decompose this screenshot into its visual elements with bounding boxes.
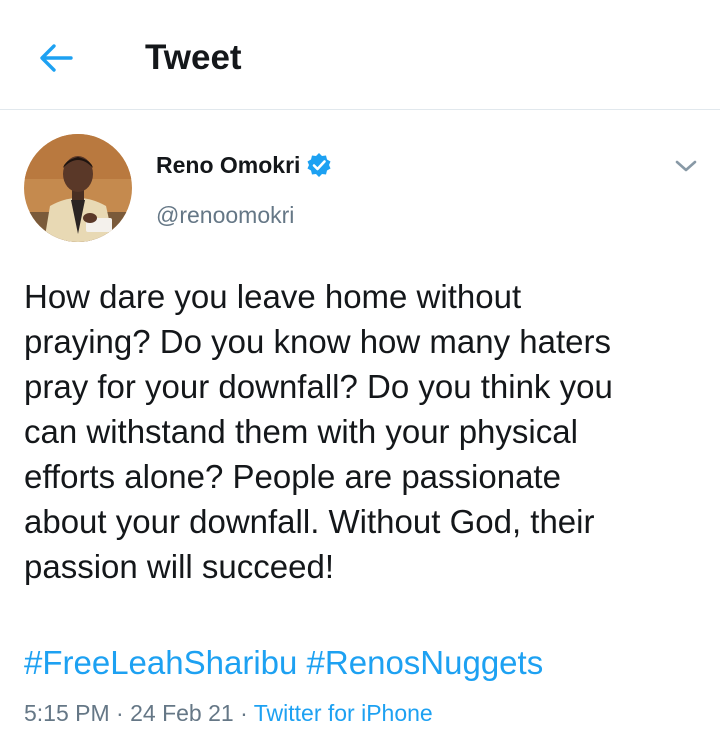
separator: · xyxy=(240,700,248,726)
tweet-source-link[interactable]: Twitter for iPhone xyxy=(254,700,433,726)
author-name-row[interactable]: Reno Omokri xyxy=(156,150,332,180)
page-title: Tweet xyxy=(145,38,242,77)
top-bar: Tweet xyxy=(0,0,720,110)
tweet-menu-button[interactable] xyxy=(670,150,702,182)
arrow-left-icon xyxy=(40,44,73,72)
hashtag-link[interactable]: #FreeLeahSharibu xyxy=(24,644,297,681)
back-button[interactable] xyxy=(30,32,82,84)
author-name: Reno Omokri xyxy=(156,152,301,178)
hashtag-link[interactable]: #RenosNuggets xyxy=(307,644,544,681)
hashtags: #FreeLeahSharibu #RenosNuggets xyxy=(24,640,543,685)
verified-badge-icon xyxy=(306,152,332,178)
tweet-metadata: 5:15 PM · 24 Feb 21 · Twitter for iPhone xyxy=(24,697,433,729)
chevron-down-icon xyxy=(675,160,697,172)
tweet-time: 5:15 PM xyxy=(24,700,110,726)
tweet-text: How dare you leave home without praying?… xyxy=(24,278,613,585)
separator: · xyxy=(116,700,124,726)
tweet-date: 24 Feb 21 xyxy=(130,700,234,726)
author-handle[interactable]: @renoomokri xyxy=(156,200,294,230)
avatar[interactable] xyxy=(24,134,132,242)
